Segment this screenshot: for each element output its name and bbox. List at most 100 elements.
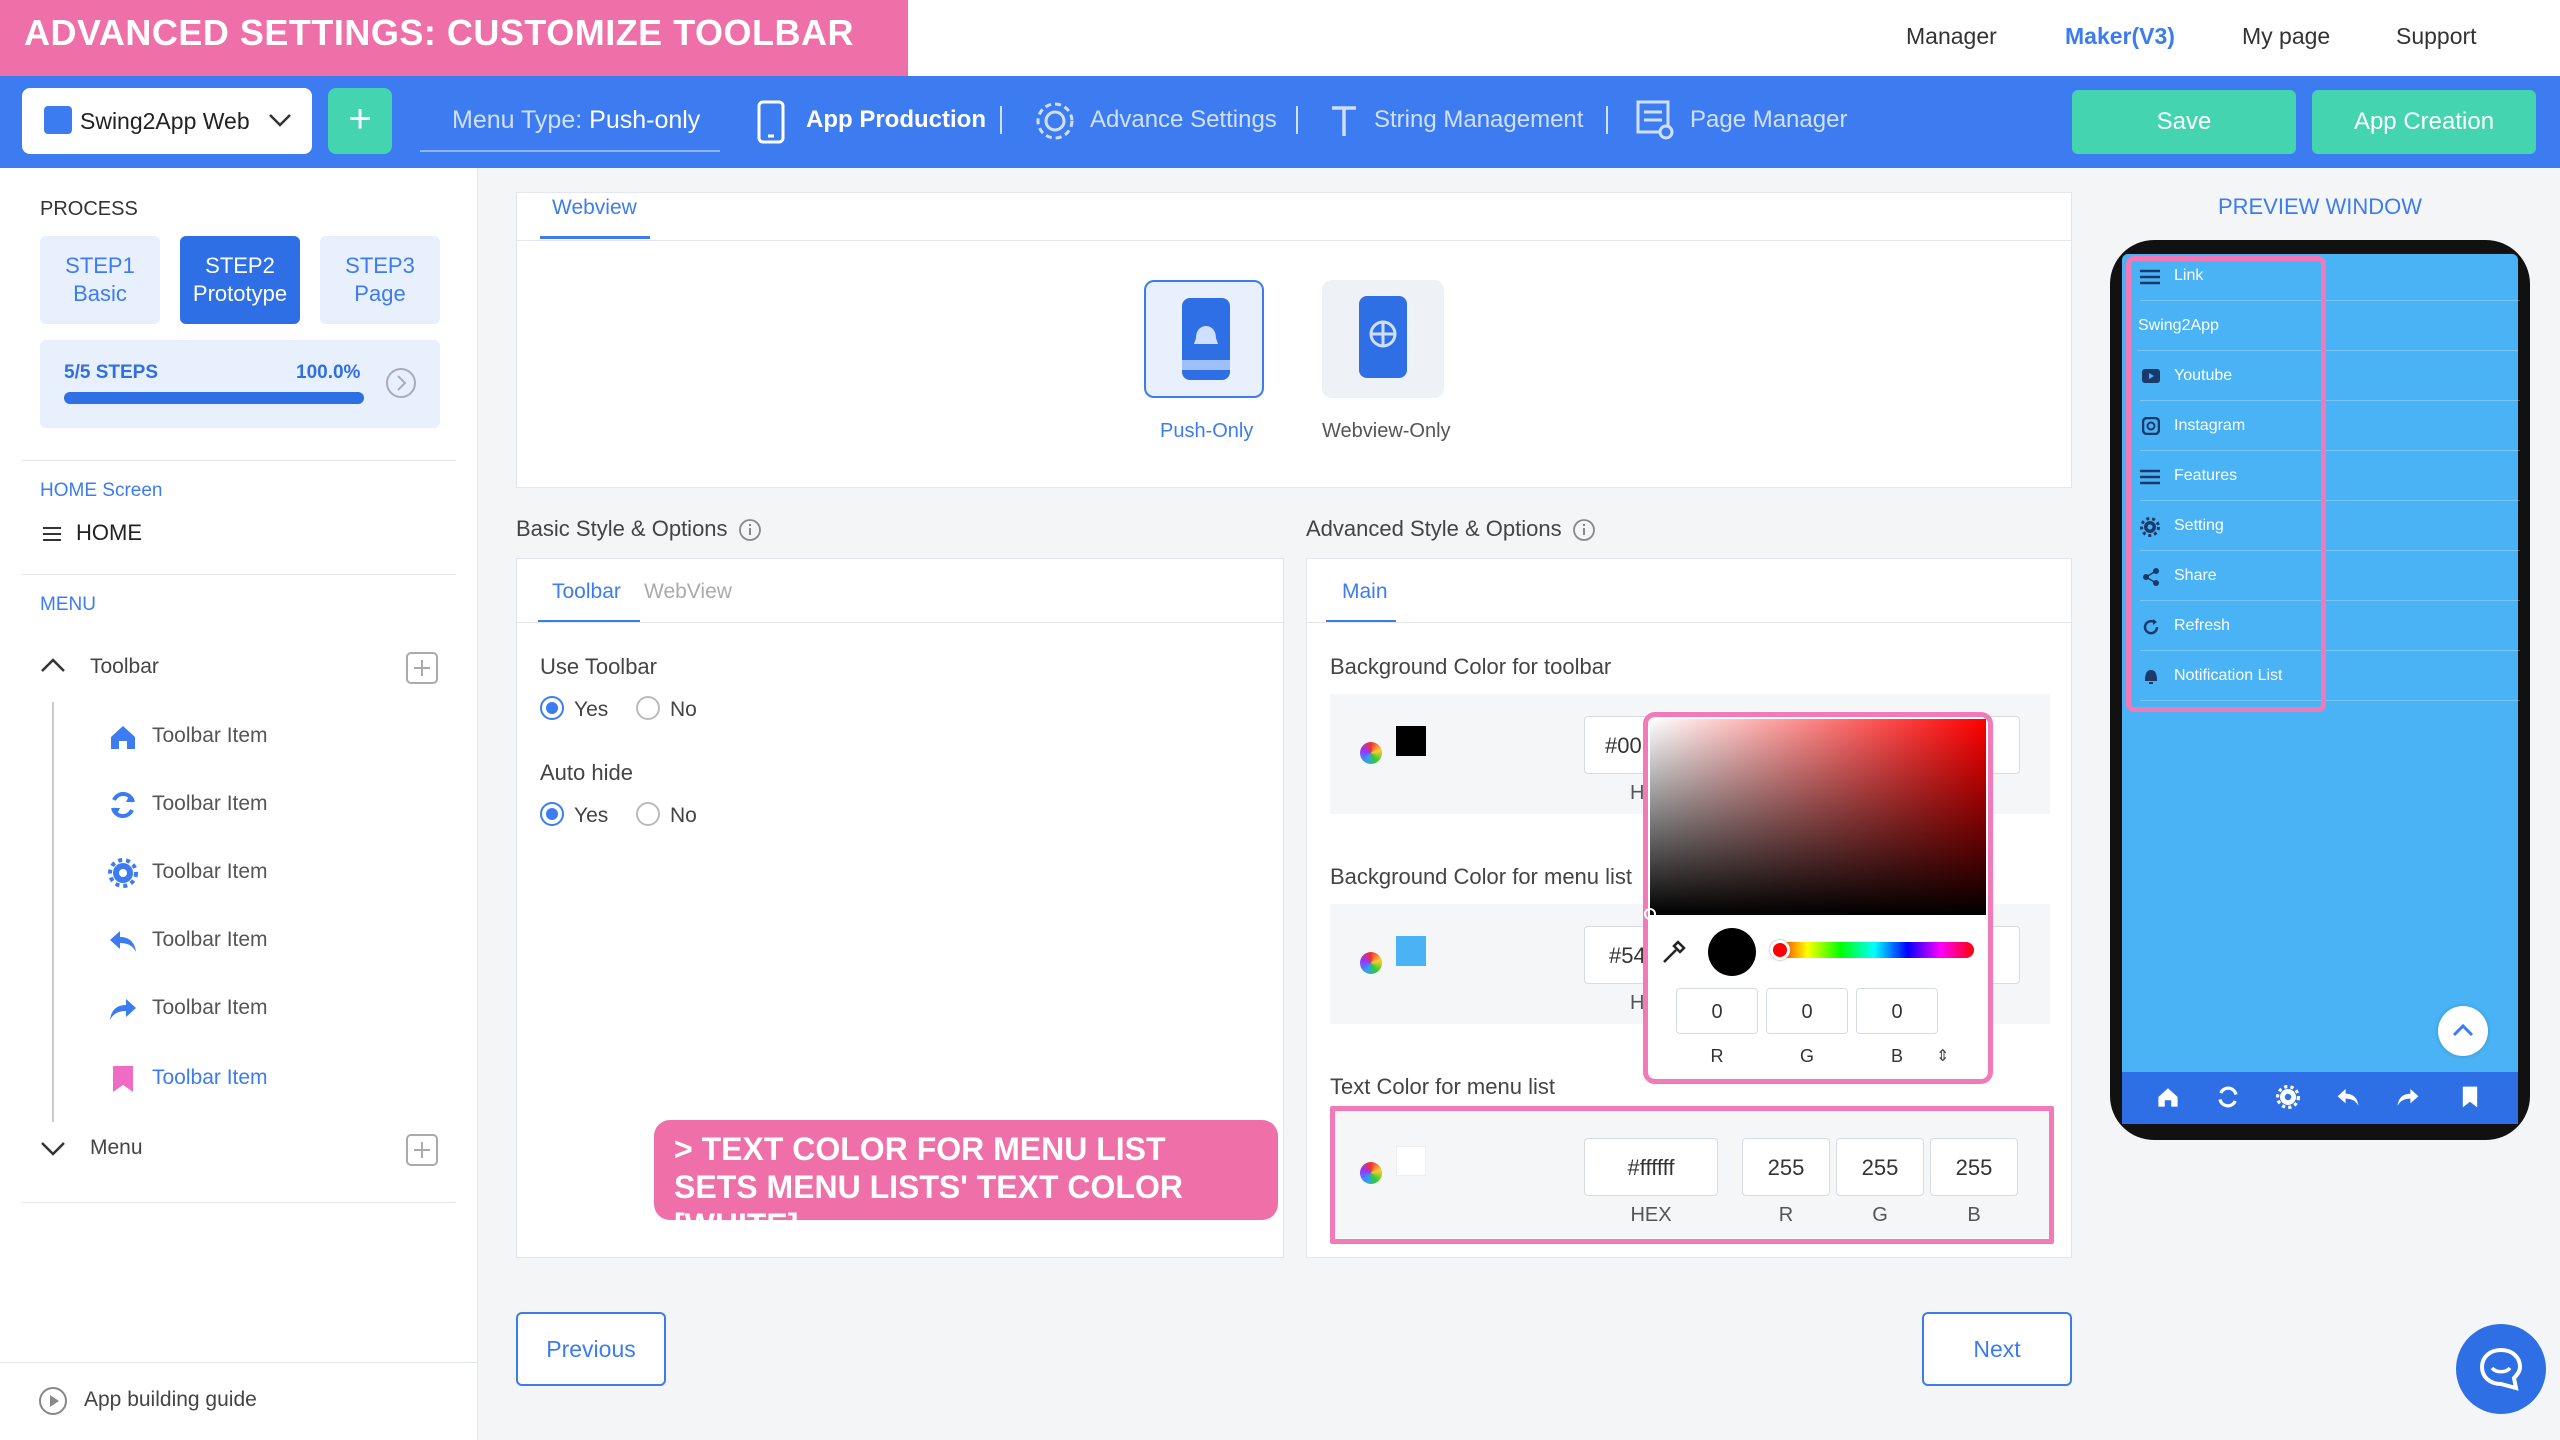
- save-button[interactable]: Save: [2072, 90, 2296, 154]
- nav-maker[interactable]: Maker(V3): [2065, 0, 2175, 72]
- use-toolbar-yes-radio[interactable]: [540, 696, 564, 720]
- toolbar-item[interactable]: Toolbar Item: [152, 860, 268, 884]
- nav-my-page[interactable]: My page: [2242, 0, 2330, 72]
- tab-underline: [540, 236, 650, 239]
- picker-r-input[interactable]: 0: [1676, 988, 1758, 1034]
- back-icon[interactable]: [2336, 1085, 2360, 1109]
- picker-r-label: R: [1710, 1046, 1724, 1066]
- radio-label: Yes: [574, 698, 609, 721]
- bg-toolbar-label: Background Color for toolbar: [1330, 654, 1612, 679]
- home-item[interactable]: HOME: [76, 520, 142, 546]
- menu-group-label[interactable]: Menu: [90, 1136, 143, 1160]
- annotation-callout: > TEXT COLOR FOR MENU LIST SETS MENU LIS…: [654, 1120, 1278, 1243]
- tree-line: [52, 702, 54, 1122]
- radio-label: Yes: [574, 804, 609, 827]
- auto-hide-yes-radio[interactable]: [540, 802, 564, 826]
- chevron-right-icon[interactable]: [384, 366, 418, 400]
- page-manager-icon: [1636, 100, 1674, 140]
- toolbar-item[interactable]: Toolbar Item: [152, 928, 268, 952]
- scroll-top-button[interactable]: [2438, 1006, 2488, 1056]
- step-label: STEP2: [205, 253, 275, 278]
- nav-page-manager[interactable]: Page Manager: [1690, 92, 1847, 148]
- tab-toolbar[interactable]: Toolbar: [552, 580, 621, 604]
- nav-advance-settings[interactable]: Advance Settings: [1090, 92, 1277, 148]
- process-heading: PROCESS: [40, 198, 138, 220]
- progress-percent: 100.0%: [296, 362, 361, 383]
- nav-manager[interactable]: Manager: [1906, 0, 1997, 72]
- chevron-down-icon[interactable]: [40, 1140, 66, 1158]
- picker-g-input[interactable]: 0: [1766, 988, 1848, 1034]
- auto-hide-label: Auto hide: [540, 760, 633, 785]
- progress-fill: [64, 392, 364, 404]
- add-item-icon[interactable]: [406, 1134, 438, 1166]
- push-only-option[interactable]: [1144, 280, 1264, 398]
- nav-divider: [1000, 106, 1002, 134]
- step-label: STEP3: [345, 253, 415, 278]
- radio-label: No: [670, 804, 697, 827]
- info-icon[interactable]: [738, 518, 762, 542]
- menu-heading: MENU: [40, 594, 96, 615]
- step1-button[interactable]: STEP1 Basic: [40, 236, 160, 324]
- saturation-handle[interactable]: [1644, 908, 1656, 920]
- app-creation-button[interactable]: App Creation: [2312, 90, 2536, 154]
- next-button[interactable]: Next: [1922, 1312, 2072, 1386]
- toolbar-item[interactable]: Toolbar Item: [152, 792, 268, 816]
- app-selector-label: Swing2App Web: [80, 108, 250, 134]
- play-circle-icon: [39, 1387, 67, 1415]
- forward-icon[interactable]: [2396, 1085, 2420, 1109]
- nav-string-management[interactable]: String Management: [1374, 92, 1583, 148]
- auto-hide-no-radio[interactable]: [636, 802, 660, 826]
- tab-main[interactable]: Main: [1342, 580, 1388, 604]
- webview-only-option[interactable]: [1322, 280, 1444, 398]
- advanced-style-title: Advanced Style & Options: [1306, 516, 1562, 541]
- menu-type-value: Push-only: [589, 106, 701, 134]
- menu-type-indicator[interactable]: Menu Type: Push-only: [420, 88, 720, 152]
- toolbar-group-label[interactable]: Toolbar: [90, 655, 159, 679]
- picker-b-label: B: [1890, 1046, 1903, 1066]
- info-icon[interactable]: [1572, 518, 1596, 542]
- hue-handle[interactable]: [1770, 940, 1790, 960]
- gear-icon[interactable]: [2276, 1085, 2300, 1109]
- color-wheel-icon[interactable]: [1360, 742, 1382, 764]
- bg-menu-swatch[interactable]: [1396, 936, 1426, 966]
- step-sub: Page: [354, 281, 406, 306]
- bg-toolbar-swatch[interactable]: [1396, 726, 1426, 756]
- chat-button[interactable]: [2456, 1324, 2546, 1414]
- toolbar-item[interactable]: Toolbar Item: [152, 996, 268, 1020]
- app-building-guide-link[interactable]: App building guide: [84, 1388, 257, 1412]
- picker-mode-toggle[interactable]: ⇕: [1936, 1046, 1949, 1066]
- push-phone-icon: [1182, 298, 1230, 380]
- refresh-icon[interactable]: [2216, 1085, 2240, 1109]
- progress-steps: 5/5 STEPS: [64, 362, 158, 383]
- hue-slider[interactable]: [1774, 942, 1974, 958]
- back-icon: [110, 931, 136, 952]
- color-wheel-icon[interactable]: [1360, 952, 1382, 974]
- progress-track: [64, 392, 364, 404]
- globe-phone-icon: [1359, 296, 1407, 378]
- home-icon[interactable]: [2156, 1085, 2180, 1109]
- phone-icon: [757, 100, 785, 144]
- tab-webview-style[interactable]: WebView: [644, 580, 732, 604]
- add-app-button[interactable]: +: [328, 88, 392, 154]
- chevron-down-icon: [269, 114, 291, 127]
- menu-list-highlight: [2126, 256, 2326, 712]
- nav-app-production[interactable]: App Production: [806, 92, 986, 148]
- saturation-area[interactable]: [1650, 719, 1986, 915]
- step3-button[interactable]: STEP3 Page: [320, 236, 440, 324]
- bookmark-icon[interactable]: [2458, 1085, 2482, 1109]
- toolbar-item[interactable]: Toolbar Item: [152, 1066, 268, 1090]
- chevron-up-icon[interactable]: [40, 656, 66, 674]
- menu-icon: [43, 527, 61, 541]
- home-icon: [111, 726, 135, 749]
- use-toolbar-no-radio[interactable]: [636, 696, 660, 720]
- picker-b-input[interactable]: 0: [1856, 988, 1938, 1034]
- nav-support[interactable]: Support: [2396, 0, 2477, 72]
- app-selector[interactable]: Swing2App Web: [22, 88, 312, 154]
- add-item-icon[interactable]: [406, 652, 438, 684]
- toolbar-item[interactable]: Toolbar Item: [152, 724, 268, 748]
- previous-button[interactable]: Previous: [516, 1312, 666, 1386]
- tab-webview[interactable]: Webview: [552, 196, 637, 220]
- step2-button[interactable]: STEP2 Prototype: [180, 236, 300, 324]
- eyedropper-icon[interactable]: [1660, 938, 1688, 966]
- menu-type-panel: [516, 192, 2072, 488]
